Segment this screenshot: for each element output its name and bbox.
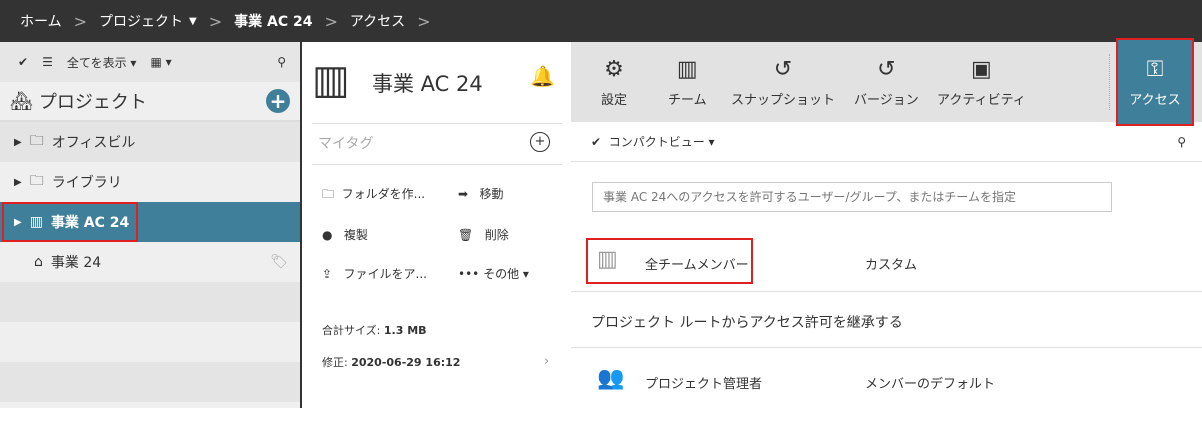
check-icon[interactable]: ✔ [591, 135, 601, 149]
version-tab[interactable]: ↺ バージョン [854, 42, 919, 122]
my-tags-label: マイタグ [318, 136, 374, 152]
chevron-right-icon: > [324, 11, 338, 31]
toolbar: ⚙ 設定 ▥ チーム ↺ スナップショット ↺ バージョン ▣ アクティビティ ⚿ アクセス [571, 38, 1202, 126]
caret-down-icon[interactable]: ▼ [189, 16, 197, 27]
team-icon: ▥ [676, 56, 698, 82]
access-row[interactable]: ▥ 全チームメンバー カスタム [571, 232, 1202, 292]
upload-file-button[interactable]: ⇪ ファイルをア... [322, 265, 427, 282]
add-project-button[interactable]: + [266, 89, 290, 113]
chevron-right-icon: > [417, 11, 431, 31]
team-tab[interactable]: ▥ チーム [668, 42, 707, 122]
breadcrumb-home[interactable]: ホーム [20, 11, 62, 31]
gear-icon: ⚙ [604, 56, 624, 82]
version-icon: ↺ [877, 56, 896, 82]
delete-button[interactable]: 🗑 削除 [458, 226, 509, 243]
bell-icon[interactable]: 🔔 [530, 64, 555, 88]
chevron-right-icon[interactable]: › [544, 354, 549, 369]
check-icon[interactable]: ✔ [18, 55, 28, 69]
total-size: 合計サイズ: 1.3 MB [322, 324, 427, 337]
activity-tab[interactable]: ▣ アクティビティ [937, 42, 1026, 122]
modified-date: 修正: 2020-06-29 16:12 [322, 356, 461, 369]
snapshot-tab[interactable]: ↺ スナップショット [731, 42, 835, 122]
breadcrumb-project[interactable]: 事業 AC 24 [234, 11, 312, 31]
search-icon[interactable]: ⚲ [277, 55, 286, 69]
tag-icon[interactable]: 🏷 [270, 254, 288, 270]
add-tag-button[interactable]: + [530, 132, 550, 152]
breadcrumb: ホーム > プロジェクト ▼ > 事業 AC 24 > アクセス > [0, 0, 1202, 42]
project-sidebar: ✔ ☰ 全てを表示 ▾ ▦ ▾ ⚲ 🏘 プロジェクト + ▶ 🗀 オフィスビル ▶ 🗀… [0, 42, 300, 408]
access-tab[interactable]: ⚿ アクセス [1116, 38, 1194, 126]
chevron-right-icon: > [208, 11, 223, 31]
project-details: ▥ 事業 AC 24 🔔 マイタグ + 🗀 フォルダを作... ➡ 移動 ● 複… [302, 42, 571, 408]
list-icon[interactable]: ☰ [42, 55, 53, 69]
view-bar: ✔ コンパクトビュー ▾ ⚲ [571, 122, 1202, 162]
snapshot-icon: ↺ [773, 56, 793, 82]
view-dropdown[interactable]: コンパクトビュー ▾ [609, 133, 715, 150]
tree-item-library[interactable]: ▶ 🗀 ライブラリ [0, 162, 300, 202]
library-folder-icon: 🗀 [29, 173, 44, 189]
inherit-permissions[interactable]: プロジェクト ルートからアクセス許可を継承する [571, 292, 1202, 348]
calendar-icon[interactable]: ▦ ▾ [150, 55, 171, 69]
expand-icon[interactable]: ▶ [14, 177, 22, 188]
user-search-input[interactable] [592, 182, 1112, 212]
project-title: 事業 AC 24 [372, 72, 483, 96]
tree-item-24[interactable]: ⌂ 事業 24 🏷 [0, 242, 300, 282]
team-icon: ▥ [597, 247, 618, 272]
house-icon: ⌂ [34, 254, 43, 270]
chevron-right-icon: > [73, 11, 87, 31]
folder-icon: 🗀 [29, 133, 44, 149]
expand-icon[interactable]: ▶ [14, 137, 22, 148]
building-icon: ▥ [312, 57, 350, 103]
filter-dropdown[interactable]: 全てを表示 ▾ [67, 54, 137, 71]
projects-heading: プロジェクト [38, 92, 147, 113]
activity-icon: ▣ [971, 56, 992, 82]
breadcrumb-access[interactable]: アクセス [350, 11, 405, 31]
duplicate-button[interactable]: ● 複製 [322, 226, 368, 243]
projects-icon: 🏘 [10, 90, 33, 112]
create-folder-button[interactable]: 🗀 フォルダを作... [322, 185, 425, 206]
settings-tab[interactable]: ⚙ 設定 [601, 42, 627, 122]
breadcrumb-projects[interactable]: プロジェクト [99, 11, 183, 31]
search-icon[interactable]: ⚲ [1177, 135, 1186, 149]
access-row[interactable]: 👥 プロジェクト管理者 メンバーのデフォルト [571, 348, 1202, 408]
access-panel: ⚙ 設定 ▥ チーム ↺ スナップショット ↺ バージョン ▣ アクティビティ ⚿ アクセス… [571, 38, 1202, 408]
move-button[interactable]: ➡ 移動 [458, 185, 504, 202]
tree-item-office[interactable]: ▶ 🗀 オフィスビル [0, 122, 300, 162]
more-button[interactable]: ••• その他 ▾ [458, 265, 529, 282]
key-icon: ⚿ [1146, 56, 1164, 82]
tree-item-ac24[interactable]: ▶ ▥ 事業 AC 24 [0, 202, 300, 242]
users-icon: 👥 [597, 366, 625, 391]
